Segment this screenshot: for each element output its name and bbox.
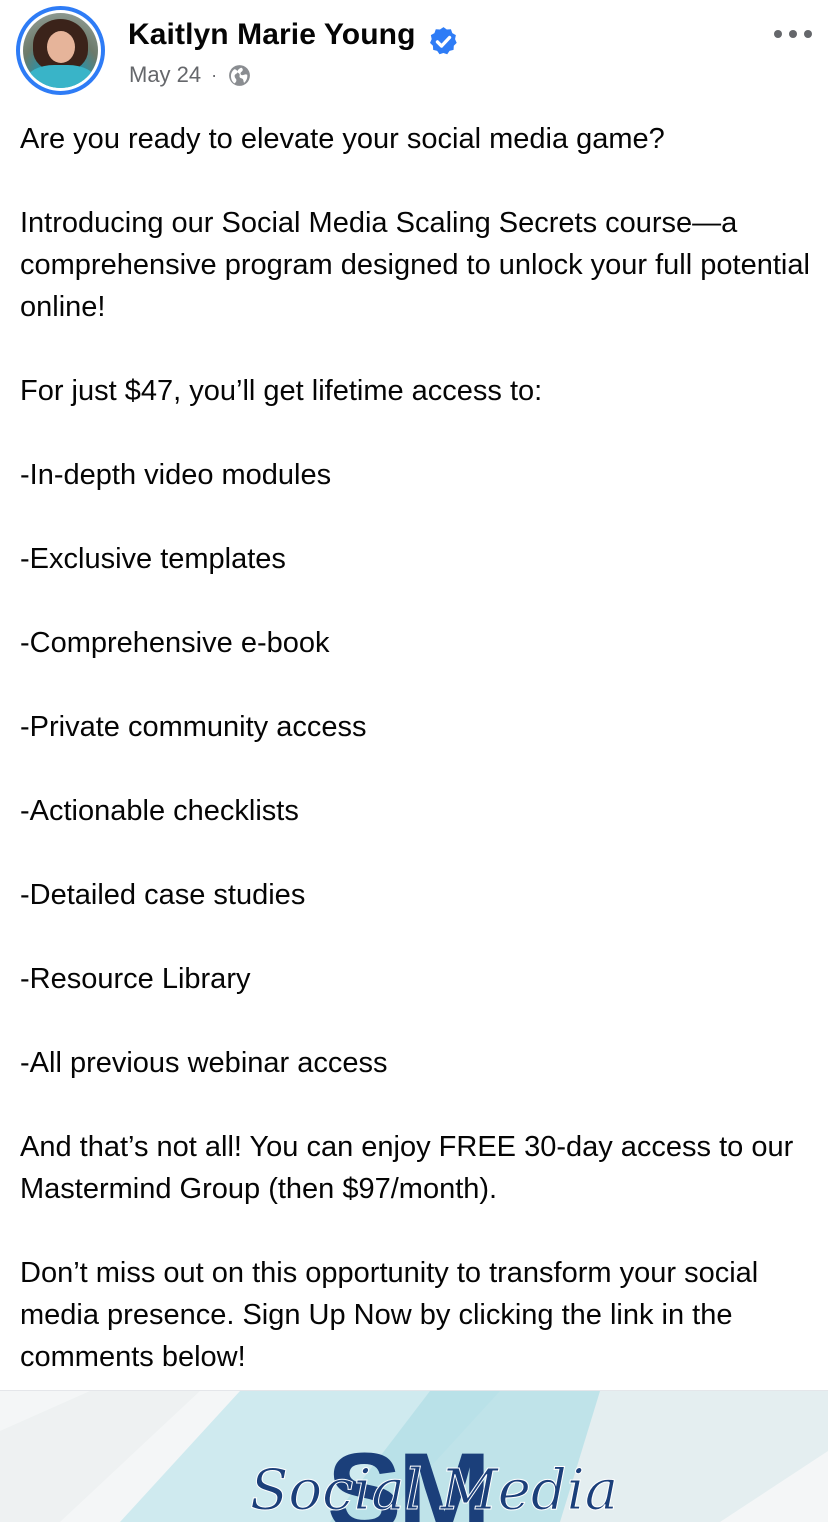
author-avatar[interactable] [16, 6, 105, 95]
post-paragraph: For just $47, you’ll get lifetime access… [20, 375, 543, 407]
list-item: -All previous webinar access [20, 1047, 388, 1079]
post-paragraph: Introducing our Social Media Scaling Sec… [20, 207, 810, 323]
post-date[interactable]: May 24 [129, 62, 201, 88]
social-media-logo-image: SM Social Media [0, 1391, 828, 1522]
logo-script: Social Media [250, 1458, 618, 1522]
list-item: -Comprehensive e-book [20, 627, 330, 659]
avatar-photo [23, 13, 98, 88]
verified-badge-icon [430, 27, 457, 55]
post-paragraph: Don’t miss out on this opportunity to tr… [20, 1257, 759, 1373]
list-item: -Private community access [20, 711, 367, 743]
list-item: -Exclusive templates [20, 543, 286, 575]
post-paragraph: Are you ready to elevate your social med… [20, 123, 665, 155]
list-item: -Actionable checklists [20, 795, 299, 827]
post-meta: May 24 · [129, 62, 252, 88]
author-name[interactable]: Kaitlyn Marie Young [128, 18, 416, 52]
post-header: Kaitlyn Marie Young May 24 · [0, 0, 828, 110]
globe-icon [229, 64, 251, 86]
post-body: Are you ready to elevate your social med… [20, 118, 820, 1378]
meta-separator: · [211, 64, 218, 85]
list-item: -Detailed case studies [20, 879, 306, 911]
more-options-icon[interactable] [774, 24, 812, 44]
post-image[interactable]: SM Social Media [0, 1390, 828, 1522]
list-item: -In-depth video modules [20, 459, 332, 491]
list-item: -Resource Library [20, 963, 251, 995]
post-paragraph: And that’s not all! You can enjoy FREE 3… [20, 1131, 794, 1205]
